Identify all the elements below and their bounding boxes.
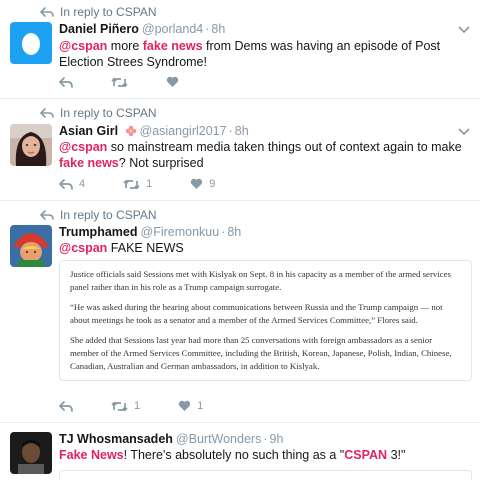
reply-to-link[interactable]: CSPAN	[116, 106, 156, 120]
heart-icon	[166, 76, 179, 87]
quote-paragraph: Justice officials said Sessions met with…	[70, 269, 451, 292]
retweet-count: 1	[146, 178, 153, 190]
timestamp[interactable]: 8h	[235, 124, 249, 138]
retweet-icon	[123, 179, 140, 189]
highlight-text: fake news	[59, 156, 119, 170]
text-segment: 3!"	[387, 448, 406, 462]
action-bar: 4 1 9	[59, 178, 253, 190]
user-photo-icon	[10, 124, 52, 166]
action-bar	[59, 76, 217, 88]
timestamp[interactable]: 8h	[211, 22, 225, 36]
reply-button[interactable]	[59, 76, 73, 88]
avatar[interactable]	[10, 22, 52, 64]
like-button[interactable]: 1	[178, 400, 203, 412]
highlight-text: fake news	[142, 39, 203, 53]
reply-arrow-icon	[40, 210, 54, 220]
avatar[interactable]	[10, 225, 52, 267]
reply-arrow-icon	[40, 7, 54, 17]
retweet-icon	[111, 77, 128, 87]
media-card[interactable]	[59, 470, 472, 480]
flower-emoji-icon	[125, 125, 136, 137]
tweet-header: TJ Whosmansadeh @BurtWonders · 9h	[59, 432, 284, 446]
quoted-article-image[interactable]: Justice officials said Sessions met with…	[59, 260, 472, 381]
highlight-text: CSPAN	[344, 448, 388, 462]
quote-paragraph: “He was asked during the hearing about c…	[70, 302, 443, 325]
mention-link[interactable]: @cspan	[59, 241, 107, 255]
display-name[interactable]: TJ Whosmansadeh	[59, 432, 173, 446]
reply-context: In reply to CSPAN	[40, 5, 157, 19]
reply-to-link[interactable]: CSPAN	[116, 5, 156, 19]
display-name[interactable]: Asian Girl	[59, 124, 118, 138]
like-button[interactable]	[166, 76, 179, 88]
reply-prefix: In reply to	[60, 106, 113, 120]
egg-avatar-icon	[22, 33, 40, 55]
user-handle[interactable]: @Firemonkuu	[141, 225, 220, 239]
retweet-icon	[111, 401, 128, 411]
text-segment: ? Not surprised	[118, 156, 204, 170]
tweet-header: Asian Girl @asiangirl2017 · 8h	[59, 124, 249, 138]
like-count: 1	[197, 400, 204, 412]
tweet-text: @cspan FAKE NEWS	[59, 240, 469, 256]
chevron-down-icon[interactable]	[458, 128, 470, 136]
reply-arrow-icon	[40, 108, 54, 118]
reply-icon	[59, 178, 73, 190]
tweet-header: Daniel Piñero @porland4 · 8h	[59, 22, 226, 36]
retweet-button[interactable]: 1	[111, 400, 140, 412]
quote-paragraph: She added that Sessions last year had mo…	[70, 335, 452, 371]
text-segment: so mainstream media taken things out of …	[107, 140, 462, 154]
user-photo-icon	[10, 225, 52, 267]
text-segment: more	[107, 39, 143, 53]
chevron-down-icon[interactable]	[458, 26, 470, 34]
reply-to-link[interactable]: CSPAN	[116, 208, 156, 222]
reply-button[interactable]	[59, 400, 73, 412]
user-handle[interactable]: @porland4	[142, 22, 203, 36]
retweet-button[interactable]	[111, 77, 128, 88]
tweet[interactable]: In reply to CSPAN Trumphamed @Firemonkuu ·…	[0, 201, 480, 423]
tweet-header: Trumphamed @Firemonkuu · 8h	[59, 225, 242, 239]
like-count: 9	[209, 178, 216, 190]
reply-count: 4	[79, 178, 86, 190]
heart-icon	[191, 178, 203, 189]
action-bar: 1 1	[59, 400, 241, 412]
reply-icon	[59, 76, 73, 88]
tweet-text: @cspan more fake news from Dems was havi…	[59, 38, 469, 70]
reply-button[interactable]: 4	[59, 178, 85, 190]
text-segment: FAKE NEWS	[107, 241, 184, 255]
mention-link[interactable]: @cspan	[59, 39, 107, 53]
reply-context: In reply to CSPAN	[40, 106, 157, 120]
heart-icon	[178, 400, 191, 411]
avatar[interactable]	[10, 124, 52, 166]
reply-prefix: In reply to	[60, 208, 113, 222]
display-name[interactable]: Daniel Piñero	[59, 22, 139, 36]
user-handle[interactable]: @asiangirl2017	[140, 124, 227, 138]
user-photo-icon	[10, 432, 52, 474]
avatar[interactable]	[10, 432, 52, 474]
retweet-button[interactable]: 1	[123, 178, 152, 190]
tweet[interactable]: TJ Whosmansadeh @BurtWonders · 9h Fake News…	[0, 423, 480, 480]
reply-prefix: In reply to	[60, 5, 113, 19]
user-handle[interactable]: @BurtWonders	[176, 432, 261, 446]
reply-context: In reply to CSPAN	[40, 208, 157, 222]
timestamp[interactable]: 9h	[270, 432, 284, 446]
retweet-count: 1	[134, 400, 141, 412]
tweet[interactable]: In reply to CSPAN Daniel Piñero @porland4…	[0, 0, 480, 99]
tweet-text: @cspan so mainstream media taken things …	[59, 139, 469, 171]
reply-icon	[59, 400, 73, 412]
text-segment: ! There's absolutely no such thing as a …	[123, 448, 345, 462]
mention-link[interactable]: @cspan	[59, 140, 107, 154]
tweet[interactable]: In reply to CSPAN Asian Girl @asiangirl2…	[0, 99, 480, 201]
timestamp[interactable]: 8h	[227, 225, 241, 239]
display-name[interactable]: Trumphamed	[59, 225, 138, 239]
highlight-text: Fake News	[59, 448, 124, 462]
like-button[interactable]: 9	[190, 178, 215, 190]
tweet-text: Fake News! There's absolutely no such th…	[59, 447, 469, 463]
